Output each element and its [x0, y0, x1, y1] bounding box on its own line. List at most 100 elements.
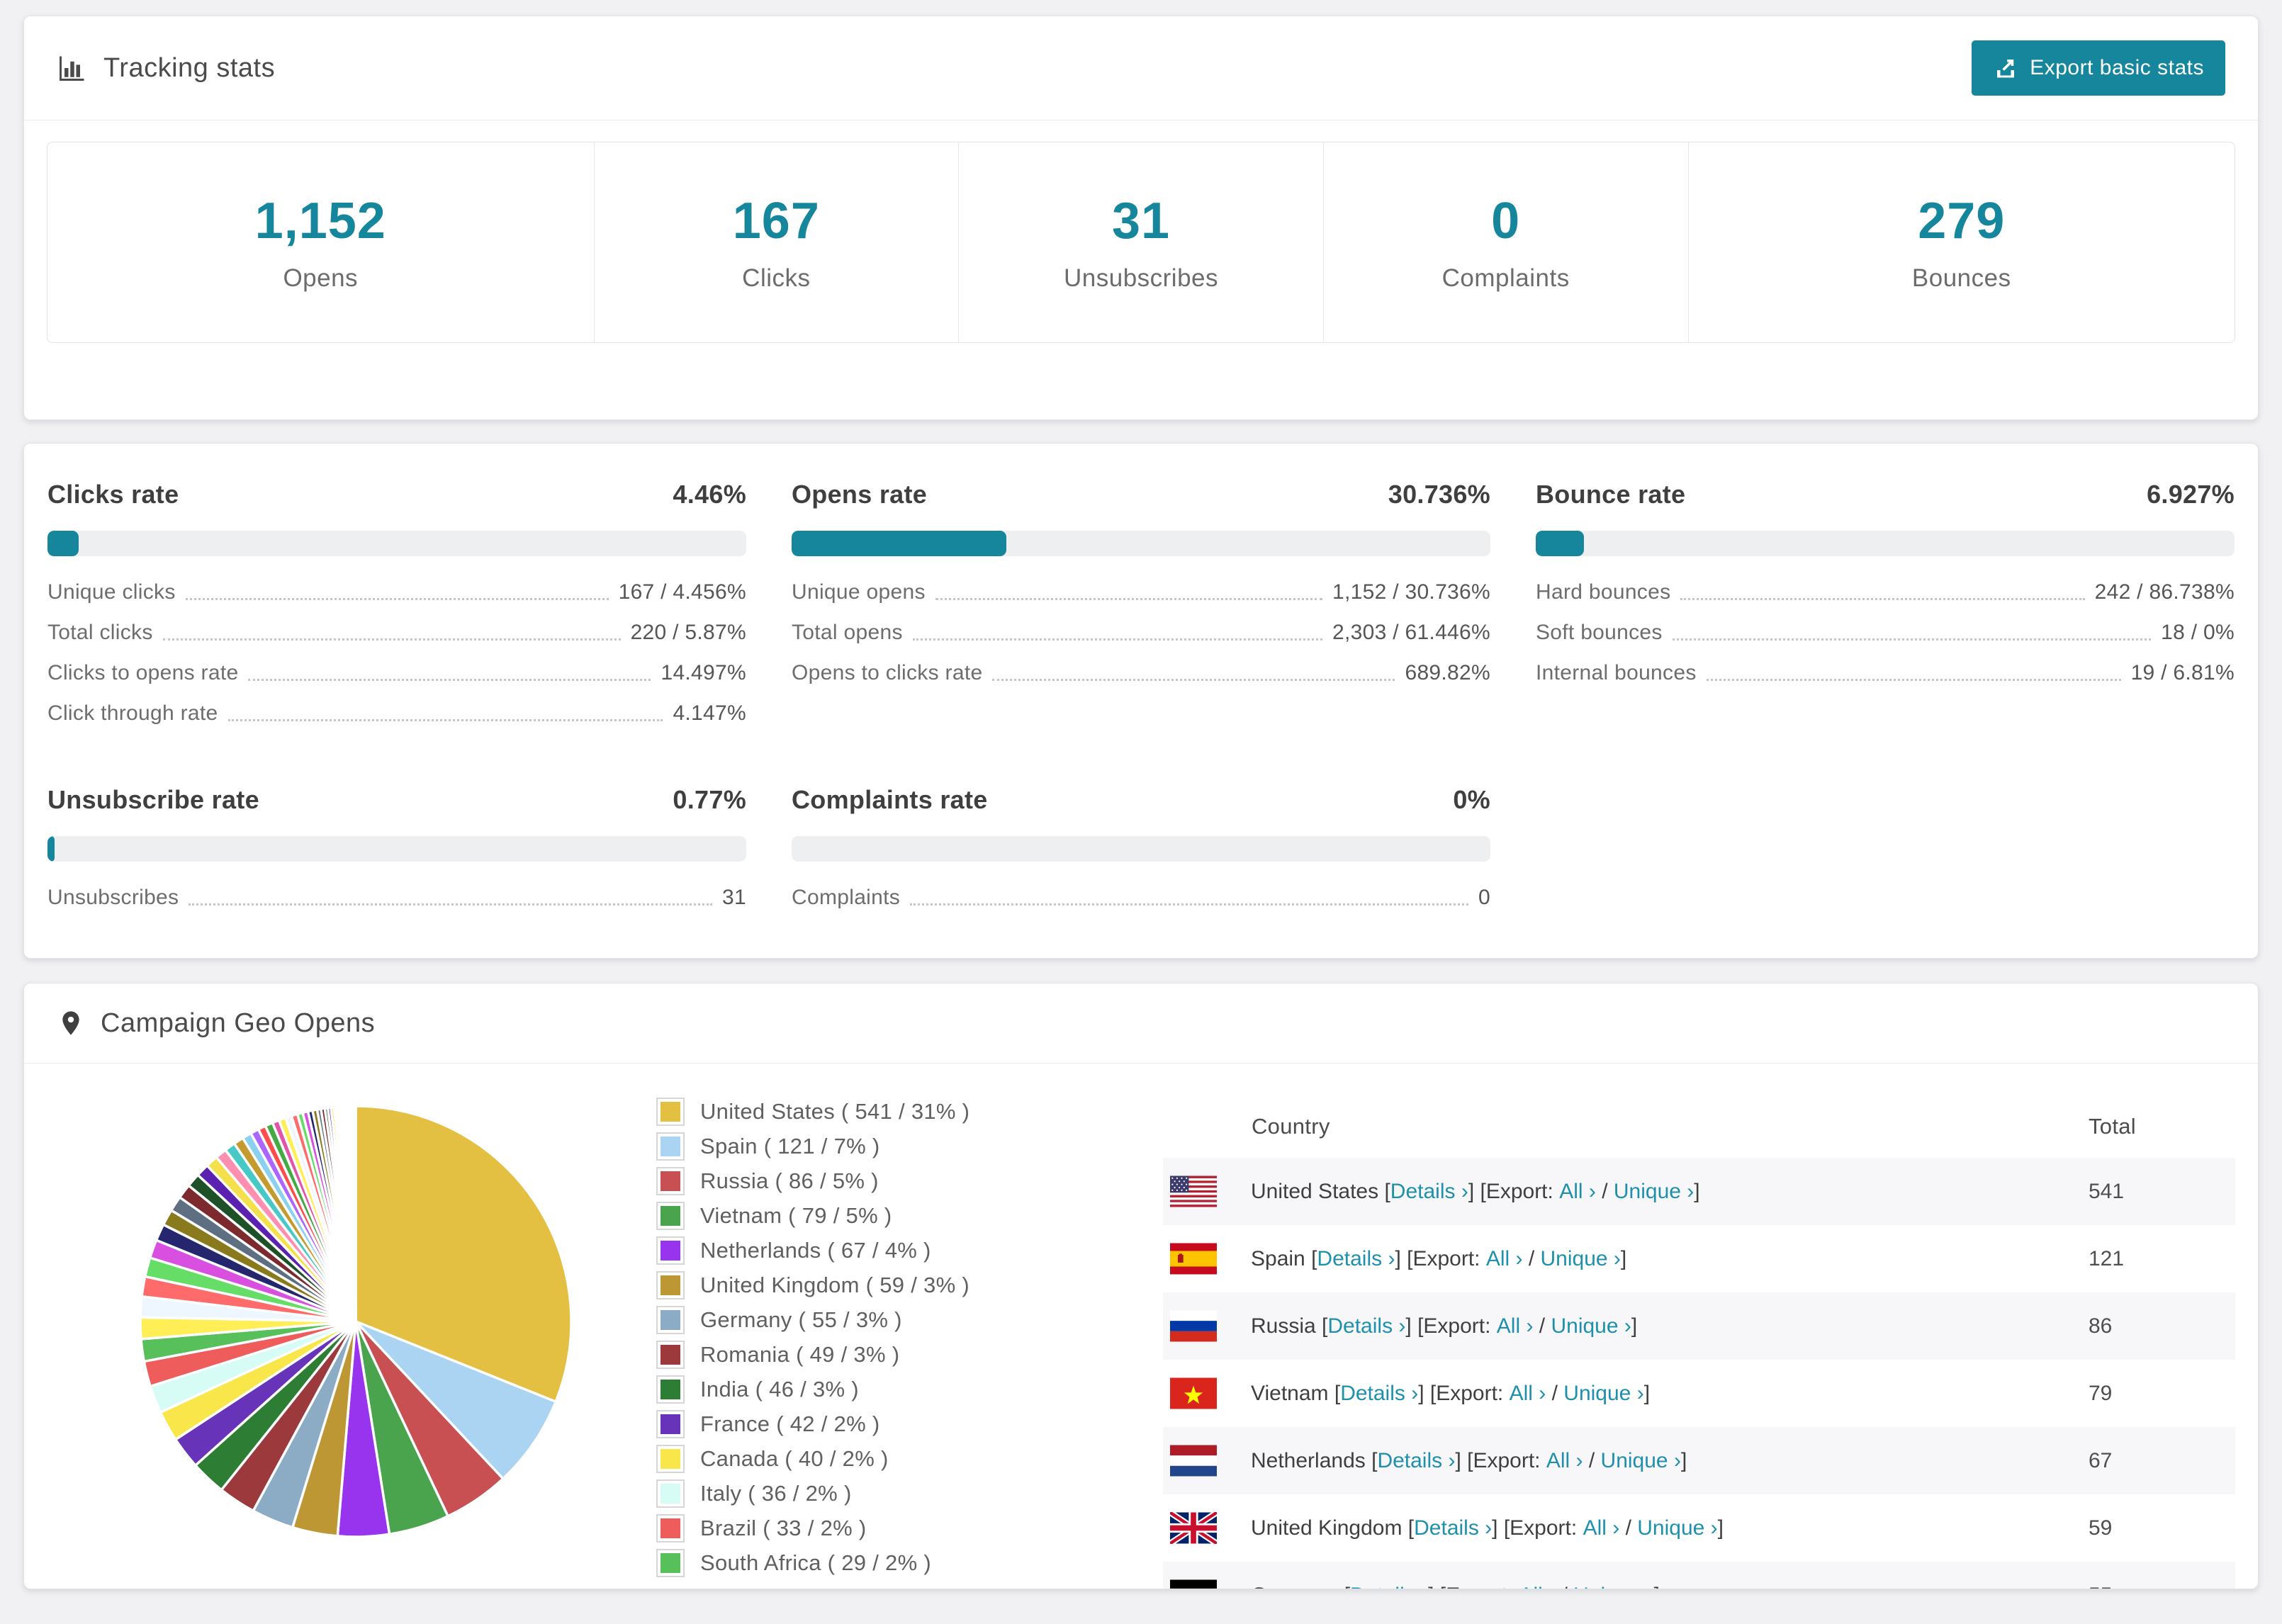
rate-detail-list: Unique opens 1,152 / 30.736% Total opens 2,…	[792, 582, 1490, 684]
rate-detail-value: 242 / 86.738%	[2094, 580, 2235, 604]
flag-ru-icon	[1170, 1310, 1217, 1342]
stat-label: Complaints	[1441, 264, 1570, 292]
legend-item: United Kingdom ( 59 / 3% )	[656, 1271, 1163, 1300]
country-name: Russia [	[1251, 1314, 1328, 1338]
rate-section-header: Unsubscribe rate 0.77%	[47, 784, 746, 815]
geo-title: Campaign Geo Opens	[57, 1008, 375, 1039]
rate-progress-fill	[1536, 531, 1585, 557]
legend-swatch	[656, 1445, 685, 1474]
bar-chart-icon	[57, 52, 88, 84]
legend-label: Netherlands ( 67 / 4% )	[700, 1238, 931, 1263]
dotted-leader	[227, 719, 663, 722]
legend-swatch	[656, 1306, 685, 1335]
rate-detail-row: Hard bounces 242 / 86.738%	[1536, 582, 2235, 603]
legend-item: Netherlands ( 67 / 4% )	[656, 1236, 1163, 1265]
rate-detail-row: Unsubscribes 31	[47, 887, 746, 908]
rate-progress-track	[1536, 531, 2235, 557]
export-all-link[interactable]: All ›	[1559, 1180, 1596, 1204]
dashboard-page: Tracking stats Export basic stats 1,152 O…	[0, 16, 2282, 1624]
slash-separator: /	[1546, 1381, 1564, 1405]
rate-section-value: 0%	[1453, 785, 1490, 815]
dotted-leader	[162, 638, 621, 641]
legend-label: Spain ( 121 / 7% )	[700, 1134, 880, 1159]
rate-detail-list: Complaints 0	[792, 887, 1490, 908]
tracking-stats-title: Tracking stats	[57, 52, 275, 84]
flag-us-icon	[1170, 1175, 1217, 1207]
details-link[interactable]: Details ›	[1340, 1382, 1418, 1406]
export-unique-link[interactable]: Unique ›	[1551, 1314, 1631, 1338]
details-link[interactable]: Details ›	[1327, 1314, 1405, 1338]
stats-summary-row: 1,152 Opens 167 Clicks 31 Unsubscribes 0 Compla…	[47, 142, 2235, 343]
rate-detail-label: Unique clicks	[47, 580, 176, 604]
legend-label: South Africa ( 29 / 2% )	[700, 1550, 931, 1576]
details-link[interactable]: Details ›	[1350, 1584, 1428, 1589]
rate-section-value: 4.46%	[673, 480, 746, 509]
details-link[interactable]: Details ›	[1377, 1449, 1455, 1473]
bracket-close: ]	[1631, 1314, 1638, 1338]
country-name: Netherlands [	[1251, 1448, 1378, 1472]
export-all-link[interactable]: All ›	[1546, 1449, 1583, 1473]
rate-section-title: Complaints rate	[792, 785, 988, 815]
rate-detail-value: 18 / 0%	[2161, 621, 2235, 645]
legend-swatch	[656, 1132, 685, 1161]
rate-detail-row: Unique clicks 167 / 4.456%	[47, 582, 746, 603]
rate-detail-row: Soft bounces 18 / 0%	[1536, 622, 2235, 643]
export-text: ] [Export:	[1405, 1314, 1497, 1338]
details-link[interactable]: Details ›	[1390, 1180, 1468, 1204]
rate-section-title: Clicks rate	[47, 480, 179, 509]
flag-gb-icon	[1170, 1512, 1217, 1545]
stat-label: Clicks	[742, 264, 811, 292]
export-text: ] [Export:	[1428, 1584, 1519, 1589]
stat-value: 31	[1111, 193, 1171, 249]
geo-opens-pie-chart	[139, 1105, 573, 1539]
rate-section-opens-rate: Opens rate 30.736% Unique opens 1,152 / 30.…	[792, 479, 1490, 724]
export-unique-link[interactable]: Unique ›	[1563, 1382, 1643, 1406]
legend-item: Vietnam ( 79 / 5% )	[656, 1202, 1163, 1231]
export-unique-link[interactable]: Unique ›	[1541, 1247, 1621, 1271]
legend-swatch	[656, 1410, 685, 1439]
rate-detail-value: 1,152 / 30.736%	[1332, 580, 1490, 604]
export-unique-link[interactable]: Unique ›	[1614, 1180, 1694, 1204]
geo-table-row: United States [Details ›] [Export: All ›…	[1163, 1158, 2235, 1226]
rate-detail-label: Hard bounces	[1536, 580, 1671, 604]
bracket-close: ]	[1717, 1516, 1724, 1540]
dotted-leader	[992, 679, 1395, 682]
rate-detail-row: Clicks to opens rate 14.497%	[47, 662, 746, 684]
rate-section-clicks-rate: Clicks rate 4.46% Unique clicks 167 / 4.456…	[47, 479, 746, 724]
export-text: ] [Export:	[1418, 1381, 1510, 1405]
export-unique-link[interactable]: Unique ›	[1601, 1449, 1681, 1473]
export-all-link[interactable]: All ›	[1510, 1382, 1546, 1406]
geo-table-rows: United States [Details ›] [Export: All ›…	[1163, 1158, 2235, 1589]
export-all-link[interactable]: All ›	[1486, 1247, 1523, 1271]
total-cell: 121	[2089, 1246, 2125, 1270]
pie-legend: United States ( 541 / 31% ) Spain ( 121 /…	[656, 1064, 1163, 1584]
rate-detail-label: Total opens	[792, 621, 903, 645]
rate-section-complaints-rate: Complaints rate 0% Complaints 0	[792, 784, 1490, 908]
export-unique-link[interactable]: Unique ›	[1573, 1584, 1653, 1589]
rate-detail-row: Unique opens 1,152 / 30.736%	[792, 582, 1490, 603]
rate-detail-list: Unique clicks 167 / 4.456% Total clicks 220…	[47, 582, 746, 724]
rate-section-title: Bounce rate	[1536, 480, 1686, 509]
rate-detail-value: 4.147%	[673, 701, 746, 726]
legend-label: Italy ( 36 / 2% )	[700, 1481, 852, 1506]
country-cell: United States [Details ›] [Export: All ›…	[1163, 1175, 2089, 1207]
country-name: United States [	[1251, 1179, 1390, 1203]
legend-item: Brazil ( 33 / 2% )	[656, 1514, 1163, 1543]
export-all-link[interactable]: All ›	[1519, 1584, 1556, 1589]
export-unique-link[interactable]: Unique ›	[1637, 1516, 1717, 1540]
details-link[interactable]: Details ›	[1414, 1516, 1492, 1540]
flag-de-icon	[1170, 1579, 1217, 1589]
stat-value: 167	[732, 193, 820, 249]
rate-detail-label: Internal bounces	[1536, 661, 1697, 685]
slash-separator: /	[1583, 1448, 1601, 1472]
rate-detail-label: Soft bounces	[1536, 621, 1663, 645]
rate-progress-track	[792, 836, 1490, 862]
legend-item: United States ( 541 / 31% )	[656, 1098, 1163, 1127]
export-all-link[interactable]: All ›	[1583, 1516, 1620, 1540]
details-link[interactable]: Details ›	[1317, 1247, 1395, 1271]
export-basic-stats-button[interactable]: Export basic stats	[1972, 40, 2225, 96]
rate-detail-row: Click through rate 4.147%	[47, 703, 746, 724]
geo-table: Country Total United States [Details ›] …	[1163, 1095, 2235, 1589]
rate-detail-value: 167 / 4.456%	[618, 580, 746, 604]
export-all-link[interactable]: All ›	[1497, 1314, 1534, 1338]
